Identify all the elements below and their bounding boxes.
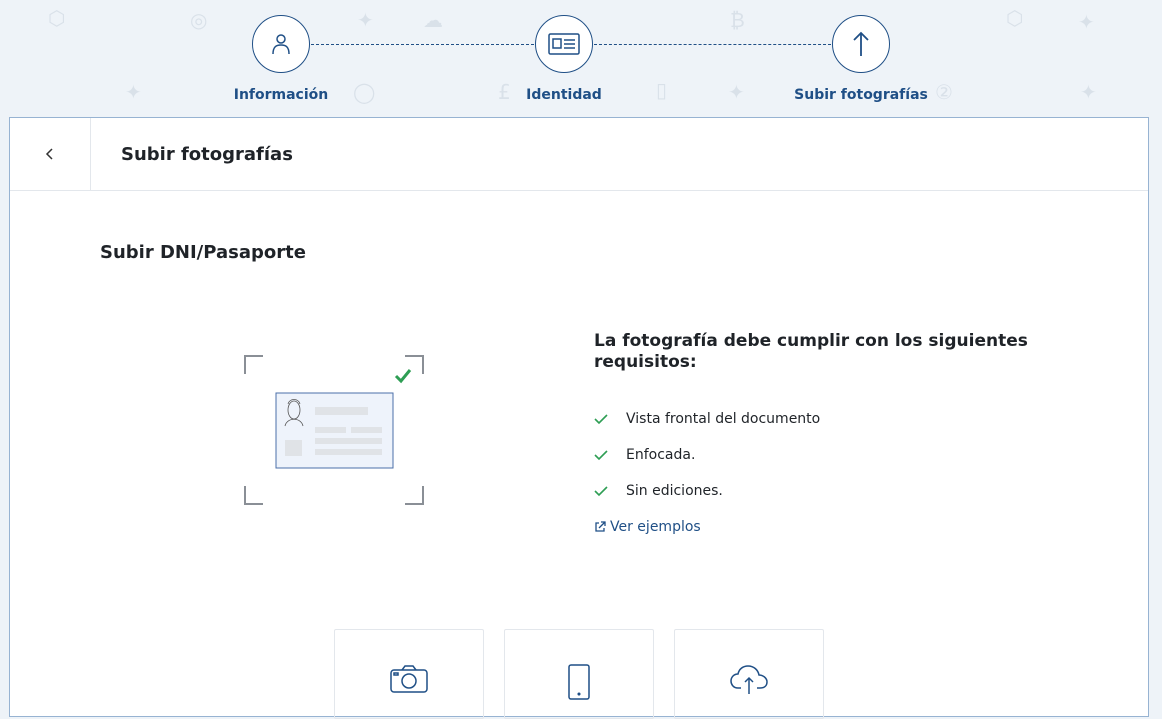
check-icon [594,485,626,497]
requirements-title: La fotografía debe cumplir con los sigui… [594,331,1028,372]
person-icon [272,34,290,55]
view-examples-label: Ver ejemplos [610,519,701,535]
card-title: Subir fotografías [121,143,293,165]
requirement-text: Vista frontal del documento [626,411,821,427]
smartphone-icon [568,664,590,700]
requirement-text: Enfocada. [626,447,696,463]
check-icon [594,449,626,461]
view-examples-link[interactable]: Ver ejemplos [594,509,1054,545]
upload-from-phone-option[interactable] [504,629,654,719]
step-label: Información [233,87,329,103]
external-link-icon [595,521,606,532]
step-informacion[interactable]: Información [211,15,351,103]
step-circle [535,15,593,73]
step-identidad[interactable]: Identidad [494,15,634,103]
back-button[interactable] [10,118,91,190]
list-item: Enfocada. [594,437,1054,473]
step-label: Identidad [526,87,602,103]
requirement-text: Sin ediciones. [626,483,723,499]
arrow-up-icon [853,31,869,56]
document-frame-illustration [244,355,424,505]
chevron-left-icon [45,148,53,160]
cloud-upload-icon [730,665,768,694]
card-header: Subir fotografías [10,118,1148,191]
id-card-icon [548,33,580,55]
list-item: Vista frontal del documento [594,401,1054,437]
take-photo-option[interactable] [334,629,484,719]
step-circle [832,15,890,73]
id-document-illustration [243,354,425,506]
step-label: Subir fotografías [794,87,928,103]
requirements-panel: La fotografía debe cumplir con los sigui… [594,331,1054,545]
checkmark-icon [394,369,412,384]
list-item: Sin ediciones. [594,473,1054,509]
step-subir-fotografias[interactable]: Subir fotografías [791,15,931,103]
check-icon [594,413,626,425]
progress-stepper: Información Identidad Subir fotografías [0,0,1162,118]
section-title: Subir DNI/Pasaporte [100,242,306,263]
upload-card: Subir fotografías Subir DNI/Pasaporte La… [9,117,1149,719]
requirements-list: Vista frontal del documento Enfocada. Si… [594,401,1054,509]
camera-icon [390,665,428,693]
step-circle [252,15,310,73]
upload-file-option[interactable] [674,629,824,719]
